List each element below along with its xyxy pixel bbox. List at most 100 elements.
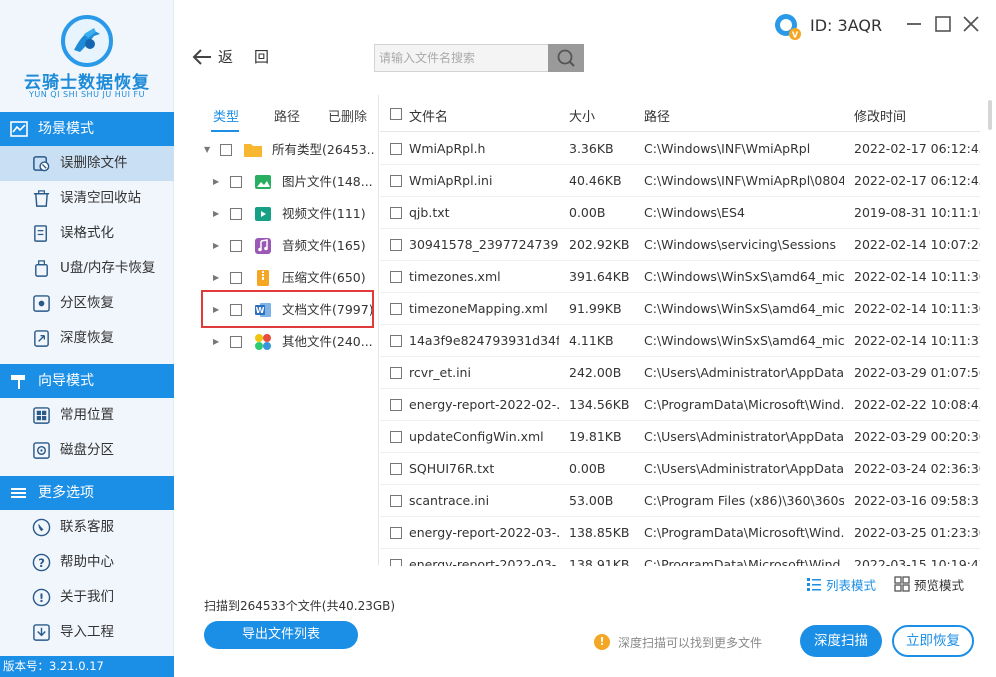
sidebar-item-deep-recover[interactable]: 深度恢复: [0, 321, 174, 356]
tab-deleted[interactable]: 已删除: [328, 106, 367, 125]
table-row[interactable]: energy-report-2022-03-... 138.85KB C:\Prog…: [380, 517, 980, 549]
recycle-bin-icon: [33, 190, 50, 207]
sidebar-item-import-project[interactable]: 导入工程: [0, 615, 174, 650]
search-button[interactable]: [548, 44, 584, 72]
knight-logo-icon: [61, 15, 113, 67]
tree-item-audio[interactable]: ▶ 音频文件(165): [200, 230, 376, 262]
expand-arrow-icon[interactable]: ▶: [213, 166, 219, 198]
other-files-icon: [255, 334, 271, 350]
row-checkbox[interactable]: [390, 207, 402, 219]
table-row[interactable]: qjb.txt 0.00B C:\Windows\ES4 2019-08-31 10:…: [380, 197, 980, 229]
column-header-modified[interactable]: 修改时间: [854, 106, 906, 125]
expand-arrow-icon[interactable]: ▶: [213, 326, 219, 358]
back-button[interactable]: 返 回: [192, 44, 282, 70]
row-checkbox[interactable]: [390, 559, 402, 566]
cell-modified: 2022-03-24 02:36:30: [854, 461, 980, 476]
tree-checkbox[interactable]: [230, 336, 242, 348]
tree-checkbox[interactable]: [230, 240, 242, 252]
table-row[interactable]: timezones.xml 391.64KB C:\Windows\WinSxS\a…: [380, 261, 980, 293]
cell-modified: 2022-03-29 00:20:30: [854, 429, 980, 444]
table-row[interactable]: energy-report-2022-03-... 138.91KB C:\Prog…: [380, 549, 980, 566]
tab-type[interactable]: 类型: [213, 106, 239, 125]
close-button[interactable]: [961, 14, 981, 34]
tree-checkbox[interactable]: [220, 144, 232, 156]
row-checkbox[interactable]: [390, 431, 402, 443]
table-row[interactable]: rcvr_et.ini 242.00B C:\Users\Administrator…: [380, 357, 980, 389]
cell-size: 391.64KB: [569, 269, 630, 284]
row-checkbox[interactable]: [390, 527, 402, 539]
sidebar: 云骑士数据恢复 YUN QI SHI SHU JU HUI FU 场景模式 误删…: [0, 0, 174, 677]
sidebar-item-recycle-bin[interactable]: 误清空回收站: [0, 181, 174, 216]
table-row[interactable]: 14a3f9e824793931d34f... 4.11KB C:\Windows\…: [380, 325, 980, 357]
sidebar-item-common-locations[interactable]: 常用位置: [0, 398, 174, 433]
cell-modified: 2022-02-17 06:12:45: [854, 173, 980, 188]
row-checkbox[interactable]: [390, 399, 402, 411]
row-checkbox[interactable]: [390, 367, 402, 379]
expand-arrow-icon[interactable]: ▼: [204, 134, 210, 166]
cell-modified: 2022-03-16 09:58:31: [854, 493, 980, 508]
row-checkbox[interactable]: [390, 239, 402, 251]
tree-checkbox[interactable]: [230, 176, 242, 188]
cell-modified: 2022-03-25 01:23:30: [854, 525, 980, 540]
tree-item-others[interactable]: ▶ 其他文件(240...: [200, 326, 376, 358]
tree-checkbox[interactable]: [230, 208, 242, 220]
tree-item-videos[interactable]: ▶ 视频文件(111): [200, 198, 376, 230]
sidebar-item-help-center[interactable]: ? 帮助中心: [0, 545, 174, 580]
menu-icon: [11, 488, 26, 498]
disk-icon: [33, 442, 50, 459]
expand-arrow-icon[interactable]: ▶: [213, 230, 219, 262]
vertical-scrollbar[interactable]: [988, 100, 992, 130]
cell-filename: updateConfigWin.xml: [409, 429, 544, 444]
zip-icon: [257, 270, 269, 286]
sidebar-item-contact-support[interactable]: 联系客服: [0, 510, 174, 545]
column-header-size[interactable]: 大小: [569, 106, 595, 125]
minimize-button[interactable]: [904, 14, 924, 34]
deep-scan-button[interactable]: 深度扫描: [800, 625, 882, 657]
row-checkbox[interactable]: [390, 335, 402, 347]
cell-path: C:\ProgramData\Microsoft\Wind...: [644, 525, 844, 540]
phone-icon: [32, 518, 51, 537]
row-checkbox[interactable]: [390, 463, 402, 475]
table-row[interactable]: WmiApRpl.h 3.36KB C:\Windows\INF\WmiApRpl 2…: [380, 133, 980, 165]
export-file-list-button[interactable]: 导出文件列表: [204, 621, 358, 649]
select-all-checkbox[interactable]: [390, 108, 402, 120]
cell-path: C:\Windows\INF\WmiApRpl\0804: [644, 173, 844, 188]
cell-path: C:\ProgramData\Microsoft\Wind...: [644, 397, 844, 412]
sidebar-item-deleted-files[interactable]: 误删除文件: [0, 146, 174, 181]
table-row[interactable]: energy-report-2022-02-... 134.56KB C:\Prog…: [380, 389, 980, 421]
sidebar-item-disk-partition[interactable]: 磁盘分区: [0, 433, 174, 468]
help-icon: ?: [32, 553, 51, 572]
column-header-name[interactable]: 文件名: [409, 106, 448, 125]
sidebar-item-usb-recover[interactable]: U盘/内存卡恢复: [0, 251, 174, 286]
table-row[interactable]: WmiApRpl.ini 40.46KB C:\Windows\INF\WmiApR…: [380, 165, 980, 197]
windows-icon: [33, 407, 50, 424]
preview-view-button[interactable]: 预览模式: [894, 574, 974, 594]
table-row[interactable]: updateConfigWin.xml 19.81KB C:\Users\Admin…: [380, 421, 980, 453]
list-view-button[interactable]: 列表模式: [806, 574, 886, 594]
search-input[interactable]: [375, 45, 547, 71]
tree-checkbox[interactable]: [230, 272, 242, 284]
row-checkbox[interactable]: [390, 271, 402, 283]
sidebar-item-format[interactable]: 误格式化: [0, 216, 174, 251]
row-checkbox[interactable]: [390, 303, 402, 315]
table-row[interactable]: SQHUI76R.txt 0.00B C:\Users\Administrator\…: [380, 453, 980, 485]
maximize-button[interactable]: [933, 14, 953, 34]
sidebar-item-about-us[interactable]: ! 关于我们: [0, 580, 174, 615]
tree-item-label: 音频文件(165): [282, 238, 366, 253]
svg-text:?: ?: [38, 556, 45, 570]
expand-arrow-icon[interactable]: ▶: [213, 198, 219, 230]
tab-path[interactable]: 路径: [274, 106, 300, 125]
table-row[interactable]: timezoneMapping.xml 91.99KB C:\Windows\Win…: [380, 293, 980, 325]
row-checkbox[interactable]: [390, 143, 402, 155]
table-row[interactable]: scantrace.ini 53.00B C:\Program Files (x86…: [380, 485, 980, 517]
recover-now-button[interactable]: 立即恢复: [892, 625, 974, 657]
column-header-path[interactable]: 路径: [644, 106, 670, 125]
version-label: 版本号：3.21.0.17: [0, 656, 174, 677]
cell-size: 40.46KB: [569, 173, 622, 188]
sidebar-item-partition-recover[interactable]: 分区恢复: [0, 286, 174, 321]
row-checkbox[interactable]: [390, 495, 402, 507]
table-row[interactable]: 30941578_2397724739.x... 202.92KB C:\Windo…: [380, 229, 980, 261]
tree-item-images[interactable]: ▶ 图片文件(148...: [200, 166, 376, 198]
tree-item-all-types[interactable]: ▼ 所有类型(26453...: [200, 134, 376, 166]
row-checkbox[interactable]: [390, 175, 402, 187]
